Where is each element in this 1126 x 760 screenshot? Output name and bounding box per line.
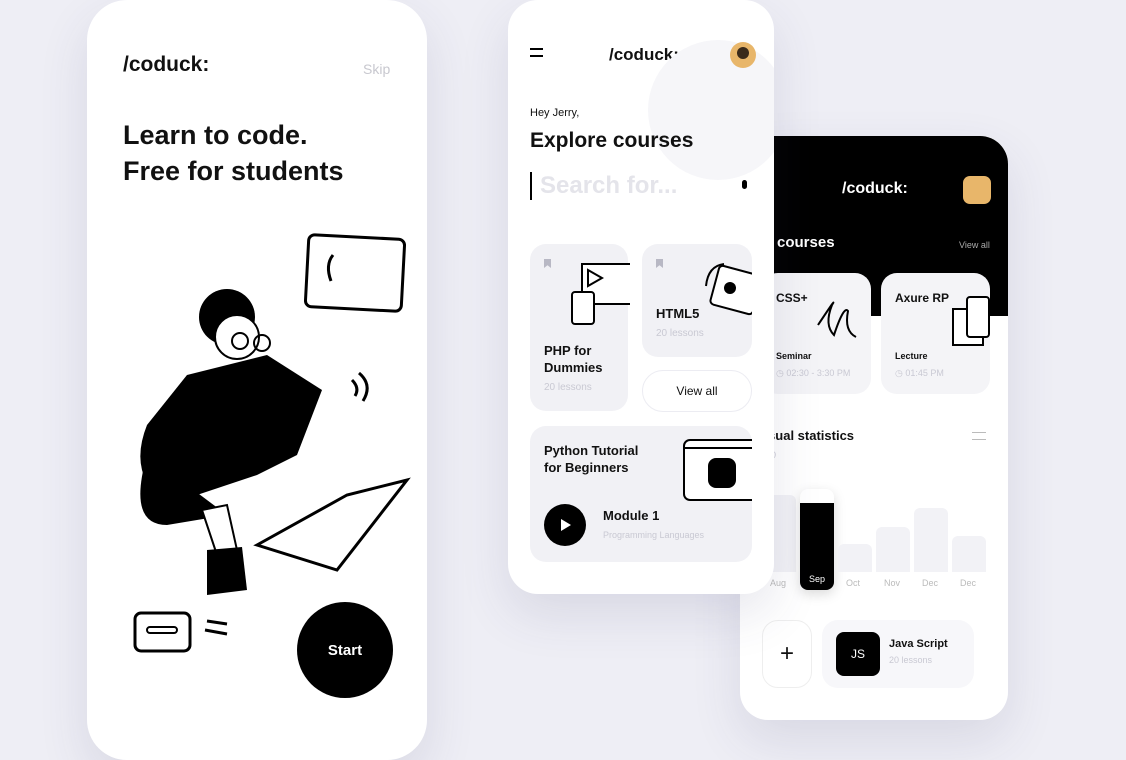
bar-nov[interactable] xyxy=(876,527,910,572)
bookmark-icon[interactable] xyxy=(656,259,663,268)
onboarding-screen: /coduck: Skip Learn to code. Free for st… xyxy=(87,0,427,760)
course-title: HTML5 xyxy=(656,306,700,321)
course-card-axure[interactable]: Axure RP Lecture ◷ 01:45 PM xyxy=(881,273,990,394)
headline-line-1: Learn to code. xyxy=(123,120,308,150)
bookmark-icon[interactable] xyxy=(544,259,551,268)
video-course-icon xyxy=(571,263,630,325)
lesson-count: 20 lessons xyxy=(889,655,933,665)
x-tick-label: Dec xyxy=(922,578,939,588)
course-title: PHP for Dummies xyxy=(544,343,603,375)
python-icon xyxy=(683,439,752,501)
search-input[interactable]: Search for... xyxy=(530,172,730,200)
app-logo: /coduck: xyxy=(123,53,210,76)
page-title: Explore courses xyxy=(530,129,694,152)
course-title: CSS+ xyxy=(776,291,808,305)
greeting: Hey Jerry, xyxy=(530,107,580,119)
x-tick-label: Nov xyxy=(884,578,901,588)
chart-x-labels: Aug Oct Nov Dec Dec xyxy=(762,578,992,592)
course-title: Axure RP xyxy=(895,291,950,305)
course-card-javascript[interactable]: JS Java Script 20 lessons xyxy=(822,620,974,688)
play-button[interactable] xyxy=(544,504,586,546)
signature-icon xyxy=(817,301,857,338)
avatar[interactable] xyxy=(963,176,991,204)
bar-dec[interactable] xyxy=(914,507,948,572)
x-tick-label: Aug xyxy=(770,578,787,588)
html-course-icon xyxy=(705,263,752,316)
screens-icon xyxy=(952,296,990,346)
view-all-link[interactable]: View all xyxy=(959,240,990,250)
course-card-html5[interactable]: HTML5 20 lessons xyxy=(642,244,752,357)
module-category: Programming Languages xyxy=(603,530,705,540)
app-logo: /coduck: xyxy=(842,180,908,197)
course-type: Seminar xyxy=(776,351,812,361)
course-title: Java Script xyxy=(889,638,948,650)
course-time: ◷ 02:30 - 3:30 PM xyxy=(776,368,851,378)
start-button[interactable]: Start xyxy=(297,602,393,698)
course-type: Lecture xyxy=(895,351,928,361)
explore-screen: /coduck: Hey Jerry, Explore courses Sear… xyxy=(508,0,774,594)
dashboard-screen: /coduck: My courses View all CSS+ Semina… xyxy=(740,136,1008,720)
headline-line-2: Free for students xyxy=(123,156,344,186)
headline: Learn to code. Free for students xyxy=(123,117,344,189)
lesson-count: 20 lessons xyxy=(544,382,592,393)
course-card-php[interactable]: PHP for Dummies 20 lessons xyxy=(530,244,630,411)
add-course-button[interactable]: + xyxy=(762,620,812,688)
filter-icon[interactable] xyxy=(972,432,986,440)
view-all-button[interactable]: View all xyxy=(642,370,752,412)
module-label: Module 1 xyxy=(603,508,660,523)
bar-dec[interactable] xyxy=(952,535,986,572)
menu-icon[interactable] xyxy=(530,48,543,57)
js-badge: JS xyxy=(836,632,880,676)
bar-oct[interactable] xyxy=(838,544,872,572)
microphone-icon[interactable] xyxy=(742,180,747,189)
statistics-chart: Sep xyxy=(762,466,992,590)
skip-button[interactable]: Skip xyxy=(363,61,390,77)
decor-circle xyxy=(648,40,774,180)
course-card-css[interactable]: CSS+ Seminar ◷ 02:30 - 3:30 PM xyxy=(762,273,871,394)
avatar[interactable] xyxy=(730,42,756,68)
featured-course-card[interactable]: Python Tutorial for Beginners Module 1 Pr… xyxy=(530,426,752,562)
lesson-count: 20 lessons xyxy=(656,328,704,339)
featured-title: Python Tutorial for Beginners xyxy=(544,443,639,475)
x-tick-label: Dec xyxy=(960,578,977,588)
bar-sep[interactable]: Sep xyxy=(800,489,834,590)
course-time: ◷ 01:45 PM xyxy=(895,368,944,378)
x-tick-label: Oct xyxy=(846,578,861,588)
